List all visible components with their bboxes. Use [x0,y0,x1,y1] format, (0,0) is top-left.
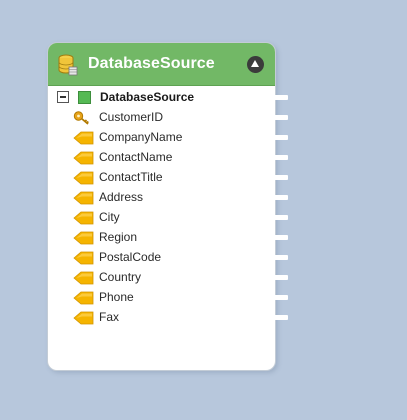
tree-root-row[interactable]: DatabaseSource [56,90,266,106]
collapse-minus-icon[interactable] [57,91,69,103]
field-row[interactable]: Region [48,230,275,246]
database-icon [58,54,78,76]
field-arrow-icon [73,191,94,205]
key-icon [73,111,94,125]
output-port[interactable] [274,235,288,240]
database-source-node[interactable]: DatabaseSource DatabaseSource CustomerID… [47,42,276,371]
output-port[interactable] [274,155,288,160]
field-arrow-icon [73,271,94,285]
output-port[interactable] [274,215,288,220]
field-arrow-icon [73,251,94,265]
output-port[interactable] [274,295,288,300]
field-label: PostalCode [99,250,162,264]
field-arrow-icon [73,291,94,305]
output-port-root[interactable] [274,95,288,100]
field-arrow-icon [73,311,94,325]
collapse-up-icon[interactable] [247,56,264,73]
field-arrow-icon [73,151,94,165]
field-row[interactable]: ContactName [48,150,275,166]
field-row[interactable]: Fax [48,310,275,326]
node-title: DatabaseSource [88,55,215,72]
table-icon [78,91,91,104]
field-label: Fax [99,310,120,324]
field-label: Phone [99,290,134,304]
output-port[interactable] [274,175,288,180]
field-arrow-icon [73,211,94,225]
field-row[interactable]: CompanyName [48,130,275,146]
field-label: ContactName [99,150,173,164]
field-label: ContactTitle [99,170,163,184]
output-port[interactable] [274,115,288,120]
field-label: CustomerID [99,110,164,124]
field-row[interactable]: Phone [48,290,275,306]
node-header[interactable]: DatabaseSource [48,43,275,86]
output-port[interactable] [274,195,288,200]
output-port[interactable] [274,135,288,140]
output-port[interactable] [274,255,288,260]
field-row[interactable]: City [48,210,275,226]
field-label: Address [99,190,144,204]
field-arrow-icon [73,231,94,245]
field-arrow-icon [73,171,94,185]
output-port[interactable] [274,275,288,280]
output-port[interactable] [274,315,288,320]
field-label: Region [99,230,138,244]
field-arrow-icon [73,131,94,145]
tree-root-label: DatabaseSource [100,90,195,104]
field-row[interactable]: PostalCode [48,250,275,266]
field-label: City [99,210,120,224]
field-label: CompanyName [99,130,183,144]
field-row[interactable]: CustomerID [48,110,275,126]
field-row[interactable]: ContactTitle [48,170,275,186]
field-label: Country [99,270,142,284]
field-row[interactable]: Country [48,270,275,286]
field-row[interactable]: Address [48,190,275,206]
